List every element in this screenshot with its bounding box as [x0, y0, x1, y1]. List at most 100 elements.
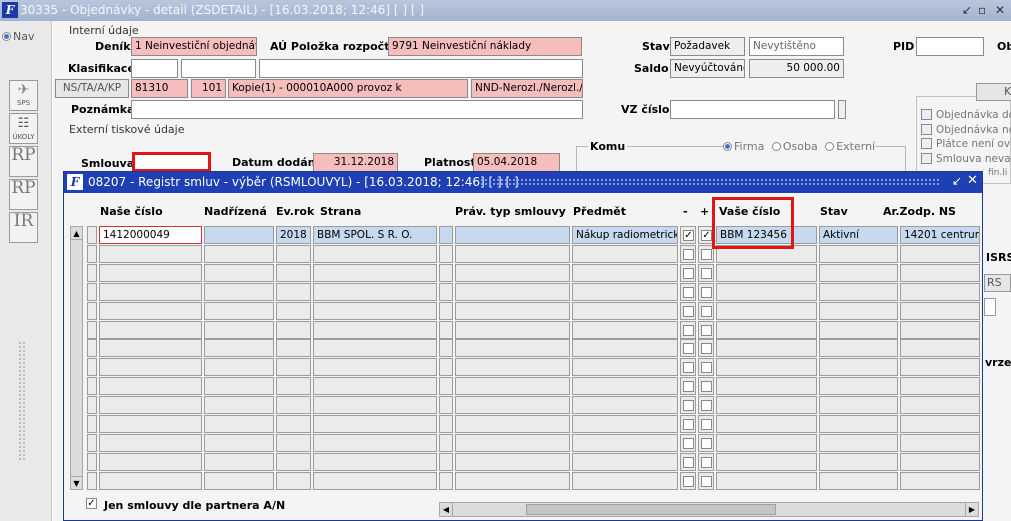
table-cell-stav[interactable]	[819, 263, 898, 282]
rp-button-1[interactable]: RP	[9, 146, 38, 177]
table-cell-nadrizena[interactable]	[204, 452, 274, 471]
table-cell-stav[interactable]	[819, 339, 898, 358]
table-cell-gap[interactable]	[439, 377, 453, 396]
table-cell-prav_typ[interactable]	[455, 301, 570, 320]
table-cell-stav[interactable]	[819, 358, 898, 377]
table-cell-ar_zodp[interactable]	[900, 358, 980, 377]
table-cell-nase_cislo[interactable]: 1412000049	[99, 226, 202, 244]
drag-handle[interactable]	[18, 341, 26, 461]
table-cell-stav[interactable]	[819, 377, 898, 396]
table-cell-stav[interactable]	[819, 244, 898, 263]
row-indicator[interactable]	[87, 320, 97, 339]
table-cell-stav[interactable]	[819, 471, 898, 490]
table-cell-ar_zodp[interactable]	[900, 415, 980, 433]
kp-field[interactable]: NND-Nerozl./Nerozl./Ně	[471, 79, 583, 98]
restore-icon[interactable]: ↙	[962, 3, 972, 17]
maximize-icon[interactable]: ▫	[978, 3, 986, 17]
table-cell-stav[interactable]	[819, 301, 898, 320]
pid-field[interactable]	[916, 37, 984, 56]
table-cell-predmet[interactable]	[572, 358, 678, 377]
row-checkbox-minus[interactable]	[683, 362, 694, 374]
table-cell-nase_cislo[interactable]	[99, 263, 202, 282]
ns-field[interactable]: 81310	[131, 79, 188, 98]
table-cell-gap[interactable]	[439, 282, 453, 301]
table-cell-vase_cislo[interactable]	[716, 358, 817, 377]
table-cell-predmet[interactable]	[572, 301, 678, 320]
table-cell-stav[interactable]	[819, 452, 898, 471]
row-indicator[interactable]	[87, 415, 97, 433]
table-cell-ar_zodp[interactable]	[900, 263, 980, 282]
row-indicator[interactable]	[87, 282, 97, 301]
table-cell-nadrizena[interactable]	[204, 471, 274, 490]
table-cell-nadrizena[interactable]	[204, 358, 274, 377]
table-cell-ev_rok[interactable]	[276, 377, 311, 396]
table-cell-nase_cislo[interactable]	[99, 471, 202, 490]
table-cell-predmet[interactable]	[572, 263, 678, 282]
table-cell-ev_rok[interactable]	[276, 301, 311, 320]
table-cell-nadrizena[interactable]	[204, 263, 274, 282]
table-cell-vase_cislo[interactable]	[716, 377, 817, 396]
table-cell-nase_cislo[interactable]	[99, 282, 202, 301]
radio-firma[interactable]	[723, 142, 732, 151]
ir-button[interactable]: IR	[9, 212, 38, 243]
row-indicator[interactable]	[87, 263, 97, 282]
platnost-field[interactable]: 05.04.2018	[473, 153, 560, 172]
row-checkbox-minus[interactable]	[683, 400, 694, 412]
table-cell-ev_rok[interactable]	[276, 320, 311, 339]
table-cell-prav_typ[interactable]	[455, 471, 570, 490]
table-cell-ar_zodp[interactable]	[900, 377, 980, 396]
table-cell-ar_zodp[interactable]	[900, 452, 980, 471]
table-cell-nadrizena[interactable]	[204, 377, 274, 396]
row-checkbox-plus[interactable]	[701, 305, 712, 317]
row-indicator[interactable]	[87, 301, 97, 320]
table-cell-strana[interactable]	[313, 471, 437, 490]
smlouva-field[interactable]	[132, 152, 211, 172]
nav-toggle[interactable]: Nav	[2, 30, 34, 43]
table-cell-predmet[interactable]: Nákup radiometrickén	[572, 226, 678, 244]
table-cell-gap[interactable]	[439, 339, 453, 358]
row-checkbox-minus[interactable]	[683, 286, 694, 298]
row-checkbox-minus[interactable]	[683, 475, 694, 487]
table-cell-gap[interactable]	[439, 452, 453, 471]
klasifikace-field-3[interactable]	[259, 59, 583, 78]
row-indicator[interactable]	[87, 396, 97, 415]
sps-button[interactable]: ✈ SPS	[9, 80, 38, 111]
a-field[interactable]: Kopie(1) - 000010A000 provoz k	[228, 79, 468, 98]
table-cell-stav[interactable]	[819, 415, 898, 433]
table-cell-gap[interactable]	[439, 415, 453, 433]
table-cell-prav_typ[interactable]	[455, 377, 570, 396]
table-cell-prav_typ[interactable]	[455, 282, 570, 301]
table-cell-strana[interactable]	[313, 263, 437, 282]
table-cell-vase_cislo[interactable]	[716, 452, 817, 471]
table-cell-gap[interactable]	[439, 433, 453, 452]
row-indicator[interactable]	[87, 339, 97, 358]
row-checkbox-plus[interactable]	[701, 343, 712, 355]
table-cell-predmet[interactable]	[572, 396, 678, 415]
scroll-down-icon[interactable]: ▼	[71, 476, 82, 489]
table-cell-strana[interactable]	[313, 433, 437, 452]
table-cell-ev_rok[interactable]: 2018	[276, 226, 311, 244]
table-cell-ev_rok[interactable]	[276, 244, 311, 263]
table-cell-predmet[interactable]	[572, 282, 678, 301]
row-checkbox-plus[interactable]	[701, 248, 712, 260]
check-item[interactable]: Smlouva nevaž	[921, 152, 1011, 167]
row-checkbox-minus[interactable]	[683, 248, 694, 260]
table-cell-gap[interactable]	[439, 396, 453, 415]
au-polozka-field[interactable]: 9791 Neinvestiční náklady	[388, 37, 582, 56]
table-cell-prav_typ[interactable]	[455, 358, 570, 377]
row-checkbox-plus[interactable]	[701, 267, 712, 279]
radio-osoba[interactable]	[771, 142, 781, 151]
row-indicator[interactable]	[87, 377, 97, 396]
row-checkbox-minus[interactable]: ✓	[683, 230, 694, 241]
table-cell-vase_cislo[interactable]	[716, 282, 817, 301]
table-cell-predmet[interactable]	[572, 471, 678, 490]
table-cell-vase_cislo[interactable]	[716, 339, 817, 358]
table-cell-strana[interactable]	[313, 358, 437, 377]
table-cell-prav_typ[interactable]	[455, 320, 570, 339]
table-cell-stav[interactable]: Aktivní	[819, 226, 898, 244]
table-cell-predmet[interactable]	[572, 339, 678, 358]
table-cell-nadrizena[interactable]	[204, 433, 274, 452]
row-checkbox-plus[interactable]	[701, 400, 712, 412]
table-cell-vase_cislo[interactable]	[716, 433, 817, 452]
table-cell-strana[interactable]	[313, 377, 437, 396]
